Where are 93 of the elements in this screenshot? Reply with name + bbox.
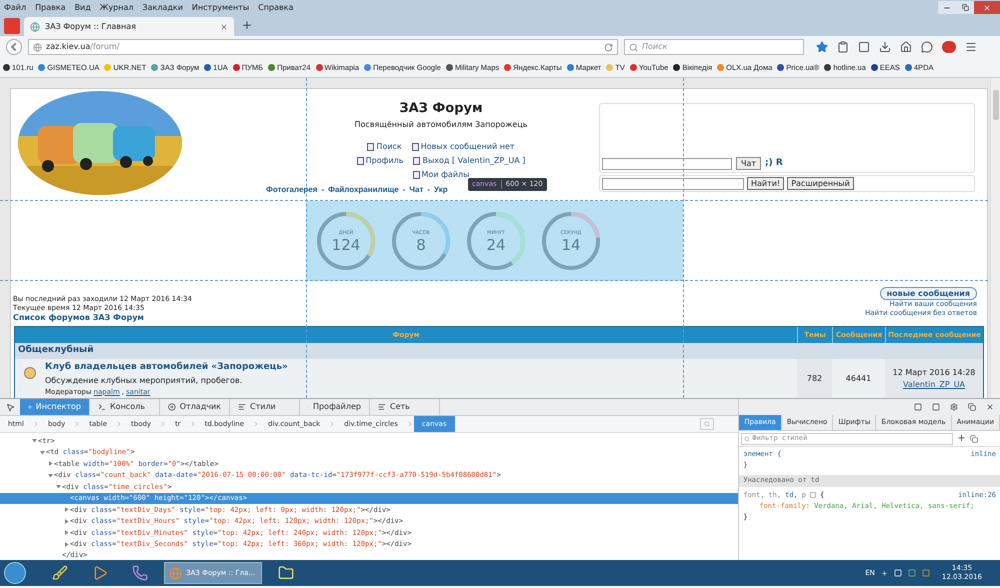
search-input[interactable]: Поиск (642, 41, 799, 53)
star-icon[interactable] (816, 41, 828, 53)
forum-subtitle: Посвящённый автомобилям Запорожець (354, 118, 528, 130)
devtools-tab[interactable]: Сеть (370, 399, 440, 415)
menu-item[interactable]: Журнал (100, 2, 134, 14)
expanded-triangle-icon[interactable] (40, 450, 44, 455)
header-link[interactable]: Новых сообщений нет (420, 140, 515, 152)
menu-item[interactable]: Закладки (142, 2, 183, 14)
new-posts-button[interactable]: новые сообщения (880, 287, 977, 300)
nav-link[interactable]: Укр (434, 184, 448, 196)
checkbox-icon[interactable] (810, 492, 816, 498)
nav-link[interactable]: Чат (409, 184, 424, 196)
forum-search-field[interactable] (602, 178, 744, 190)
expanded-triangle-icon[interactable] (32, 438, 36, 444)
menu-item[interactable]: Справка (258, 2, 294, 14)
search-field[interactable]: Поиск (624, 39, 804, 55)
forum-folder-icon (24, 367, 36, 379)
copy-icon[interactable] (970, 434, 978, 442)
menu-item[interactable]: Правка (35, 2, 66, 14)
chevron-icon (115, 420, 123, 428)
phone-app-icon[interactable] (132, 565, 148, 581)
close-icon[interactable] (986, 403, 994, 411)
topics-cell: 782 (797, 359, 832, 398)
expanded-triangle-icon[interactable] (56, 484, 60, 490)
devtools-tab[interactable]: Стили (230, 399, 300, 415)
header-link[interactable]: Мои файлы (422, 168, 470, 180)
countdown-value: 124 (332, 236, 360, 254)
countdown-value: 8 (416, 236, 426, 254)
menu-icon[interactable] (965, 41, 977, 53)
find-button[interactable]: Найти! (747, 177, 784, 190)
back-button[interactable] (6, 39, 22, 55)
scrollbar-thumb[interactable] (992, 90, 998, 120)
devtools-tab[interactable]: Профайлер (300, 399, 370, 415)
forum-title: ЗАЗ Форум (399, 100, 483, 118)
menu-item[interactable]: Инструменты (192, 2, 250, 14)
nav-link[interactable]: Фотогалерея (266, 184, 318, 196)
start-button[interactable] (4, 562, 26, 584)
collapsed-triangle-icon[interactable] (64, 507, 68, 512)
forum-index-link[interactable]: Список форумов ЗАЗ Форум (13, 313, 192, 322)
last-post-user-link[interactable]: Valentin_ZP_UA (902, 379, 966, 391)
collapsed-triangle-icon[interactable] (64, 518, 68, 524)
menu-item[interactable]: Файл (4, 2, 26, 14)
collapsed-triangle-icon[interactable] (64, 530, 68, 536)
nav-separator: - (427, 184, 430, 196)
browser-icon (169, 566, 182, 580)
collapsed-triangle-icon[interactable] (48, 461, 52, 466)
menu-item[interactable]: Вид (74, 2, 91, 14)
devtools-tab[interactable]: Консоль (90, 399, 160, 415)
chat-input-field[interactable] (602, 158, 732, 170)
header-link[interactable]: Выход [ Valentin_ZP_UA ] (422, 154, 526, 166)
nav-separator: - (321, 184, 324, 196)
new-tab-button[interactable]: + (242, 16, 252, 34)
address-field[interactable]: zaz.kiev.ua/forum/ (28, 39, 618, 55)
reload-icon[interactable] (604, 42, 613, 52)
minimize-button[interactable] (938, 1, 956, 14)
add-rule-button[interactable]: + (957, 431, 966, 446)
forum-description: Обсуждение клубных мероприятий, пробегов. (45, 374, 244, 386)
close-icon (983, 4, 991, 12)
chat-extra-link[interactable]: ;) R (765, 156, 783, 170)
clipboard-icon[interactable] (837, 41, 849, 53)
expanded-triangle-icon[interactable] (48, 472, 52, 478)
close-icon[interactable] (220, 22, 228, 30)
header-link[interactable]: Профиль (366, 154, 404, 166)
download-icon[interactable] (879, 41, 891, 53)
pick-element-icon[interactable] (6, 402, 14, 412)
category-title: Общеклубный (18, 344, 94, 358)
search-icon (629, 42, 638, 52)
chat-icon[interactable] (921, 41, 933, 53)
undock-icon[interactable] (968, 403, 976, 411)
header-link[interactable]: Поиск (376, 140, 402, 152)
countdown-value: 24 (486, 236, 506, 254)
maximize-button[interactable] (956, 1, 974, 14)
paint-app-icon[interactable] (52, 565, 68, 581)
globe-icon (30, 22, 40, 32)
browser-tab[interactable]: ЗАЗ Форум :: Главная (24, 17, 234, 36)
collapsed-triangle-icon[interactable] (64, 542, 68, 547)
countdown-value: 14 (561, 236, 581, 254)
search-icon (744, 436, 750, 442)
forum-link[interactable]: Клуб владельцев автомобилей «Запорожець» (45, 361, 797, 374)
media-player-icon[interactable] (92, 565, 108, 581)
folder-icon[interactable] (278, 565, 294, 581)
globe-icon (33, 42, 42, 52)
nav-separator: - (402, 184, 406, 196)
devtools-tab[interactable]: Отладчик (160, 399, 230, 415)
posts-cell-text: 46441 (844, 373, 872, 385)
chat-button[interactable]: Чат (736, 157, 762, 170)
home-icon[interactable] (900, 41, 912, 53)
restore-icon (962, 4, 968, 11)
settings-icon[interactable] (950, 403, 958, 411)
nav-link[interactable]: Файлохранилище (328, 184, 399, 196)
advanced-search-button[interactable]: Расширенный (787, 177, 854, 190)
tray-expand-icon[interactable] (880, 570, 888, 576)
last-post-date: 12 Март 2016 14:28 (892, 367, 976, 379)
